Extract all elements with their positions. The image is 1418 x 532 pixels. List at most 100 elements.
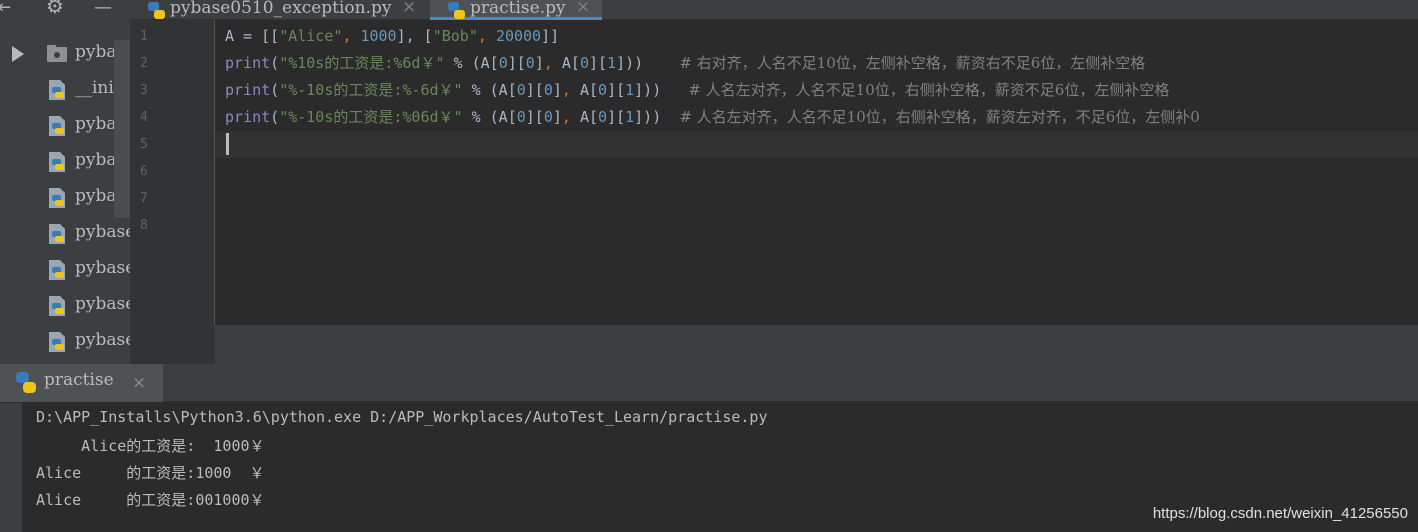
run-tab-practise[interactable]: practise ×	[0, 364, 163, 402]
code-number: 0	[525, 54, 535, 72]
code-token: ]))	[634, 81, 662, 99]
tree-item-label: pybase	[75, 258, 130, 278]
code-token: A[	[579, 108, 599, 126]
code-token: (	[270, 81, 280, 99]
code-number: 1	[625, 108, 635, 126]
code-number: 1000	[360, 27, 397, 45]
gear-icon[interactable]: ⚙	[46, 0, 64, 17]
code-editor[interactable]: A = [["Alice", 1000], ["Bob", 20000]] pr…	[215, 20, 1418, 325]
code-token: ,	[342, 27, 361, 45]
code-line-2: print("%10s的工资是:%6d￥" % (A[0][0], A[0][1…	[225, 50, 1145, 77]
tree-item-label: pybase	[75, 330, 130, 350]
code-string: "%10s的工资是:%6d￥"	[279, 54, 445, 72]
python-file-icon	[49, 116, 65, 136]
line-number: 6	[140, 164, 148, 179]
code-token: ]	[552, 81, 562, 99]
code-number: 0	[543, 81, 553, 99]
editor-bottom-strip	[130, 325, 1418, 364]
close-tab-icon[interactable]: ×	[576, 0, 590, 17]
tree-item-file[interactable]: __init_	[0, 72, 130, 106]
code-token: ]	[552, 108, 562, 126]
minimize-icon[interactable]: —	[94, 0, 112, 19]
collapse-icon[interactable]: ⇤	[0, 0, 11, 19]
python-icon	[16, 372, 36, 393]
python-file-icon	[49, 224, 65, 244]
tree-item-file[interactable]: pybase	[0, 108, 130, 142]
tree-item-file[interactable]: pybase	[0, 216, 130, 250]
watermark: https://blog.csdn.net/weixin_41256550	[1152, 505, 1408, 522]
code-token: ,	[543, 54, 562, 72]
code-number: 0	[516, 108, 526, 126]
project-sidebar: ⇤ ⚙ — pybase __init_ pybase pybase pybas…	[0, 0, 130, 364]
code-token: ][	[507, 54, 526, 72]
python-file-icon	[49, 80, 65, 100]
tree-item-file[interactable]: pybase	[0, 144, 130, 178]
code-string: "%-10s的工资是:%06d￥"	[279, 108, 463, 126]
code-string: "Alice"	[279, 27, 343, 45]
close-tab-icon[interactable]: ×	[402, 0, 416, 17]
current-line-highlight	[215, 131, 1418, 158]
code-number: 20000	[495, 27, 542, 45]
line-number: 1	[140, 29, 148, 44]
line-number: 4	[140, 110, 148, 125]
code-string: "Bob"	[432, 27, 478, 45]
code-token: A[	[579, 81, 599, 99]
text-caret	[226, 133, 229, 155]
run-tab-label: practise	[44, 370, 114, 390]
code-number: 0	[498, 54, 508, 72]
tab-pybase0510-exception[interactable]: pybase0510_exception.py ×	[130, 0, 426, 20]
code-number: 0	[516, 81, 526, 99]
line-number: 8	[140, 218, 148, 233]
tab-practise[interactable]: practise.py ×	[430, 0, 602, 20]
code-string: "%-10s的工资是:%-6d￥"	[279, 81, 463, 99]
code-token: (	[270, 108, 280, 126]
tab-label: practise.py	[470, 0, 566, 18]
folder-icon	[47, 45, 67, 62]
code-comment: # 右对齐，人名不足10位，左侧补空格，薪资右不足6位，左侧补空格	[679, 54, 1146, 72]
tree-item-file[interactable]: pybase	[0, 288, 130, 322]
code-number: 0	[598, 108, 608, 126]
code-token: A[	[561, 54, 580, 72]
line-number: 2	[140, 56, 148, 71]
close-icon[interactable]: ×	[132, 373, 146, 393]
console-line: D:\APP_Installs\Python3.6\python.exe D:/…	[36, 408, 768, 426]
code-line-3: print("%-10s的工资是:%-6d￥" % (A[0][0], A[0]…	[225, 77, 1169, 104]
tree-item-file[interactable]: pybase	[0, 324, 130, 358]
code-token: ]]	[541, 27, 560, 45]
python-file-icon	[49, 188, 65, 208]
run-panel-header: practise ×	[0, 364, 1418, 402]
code-token: % (A[	[462, 81, 517, 99]
console-line: Alice 的工资是:001000￥	[36, 491, 265, 509]
line-number: 5	[140, 137, 148, 152]
python-icon	[448, 2, 465, 19]
code-token: ]))	[634, 108, 662, 126]
code-number: 1	[607, 54, 617, 72]
code-comment: # 人名左对齐，人名不足10位，右侧补空格，薪资不足6位，左侧补空格	[688, 81, 1170, 99]
run-toolbar	[0, 403, 22, 532]
sidebar-toolbar: ⇤ ⚙ —	[0, 0, 130, 22]
line-number-gutter: 1 2 3 4 5 6 7 8	[130, 20, 215, 325]
python-icon	[148, 2, 165, 19]
tree-item-file[interactable]: pybase	[0, 252, 130, 286]
line-number: 7	[140, 191, 148, 206]
console-line: Alice 的工资是:1000 ￥	[36, 464, 265, 482]
code-keyword: print	[225, 108, 271, 126]
editor-tab-bar: pybase0510_exception.py × practise.py ×	[130, 0, 1418, 20]
tab-label: pybase0510_exception.py	[170, 0, 392, 18]
code-token: ]	[534, 54, 544, 72]
expand-arrow-icon[interactable]	[12, 46, 24, 62]
code-token: ,	[561, 81, 580, 99]
line-number: 3	[140, 83, 148, 98]
code-number: 0	[579, 54, 589, 72]
code-token: A = [[	[225, 27, 280, 45]
code-token: ], [	[396, 27, 433, 45]
code-number: 0	[543, 108, 553, 126]
code-comment: # 人名左对齐，人名不足10位，右侧补空格，薪资左对齐，不足6位，左侧补0	[679, 108, 1200, 126]
code-token: % (A[	[444, 54, 499, 72]
code-token: ][	[525, 81, 544, 99]
sidebar-scrollbar[interactable]	[114, 40, 130, 218]
code-keyword: print	[225, 81, 271, 99]
tree-item-folder[interactable]: pybase	[0, 36, 130, 70]
tree-item-file[interactable]: pybase	[0, 180, 130, 214]
code-token: ][	[607, 81, 626, 99]
